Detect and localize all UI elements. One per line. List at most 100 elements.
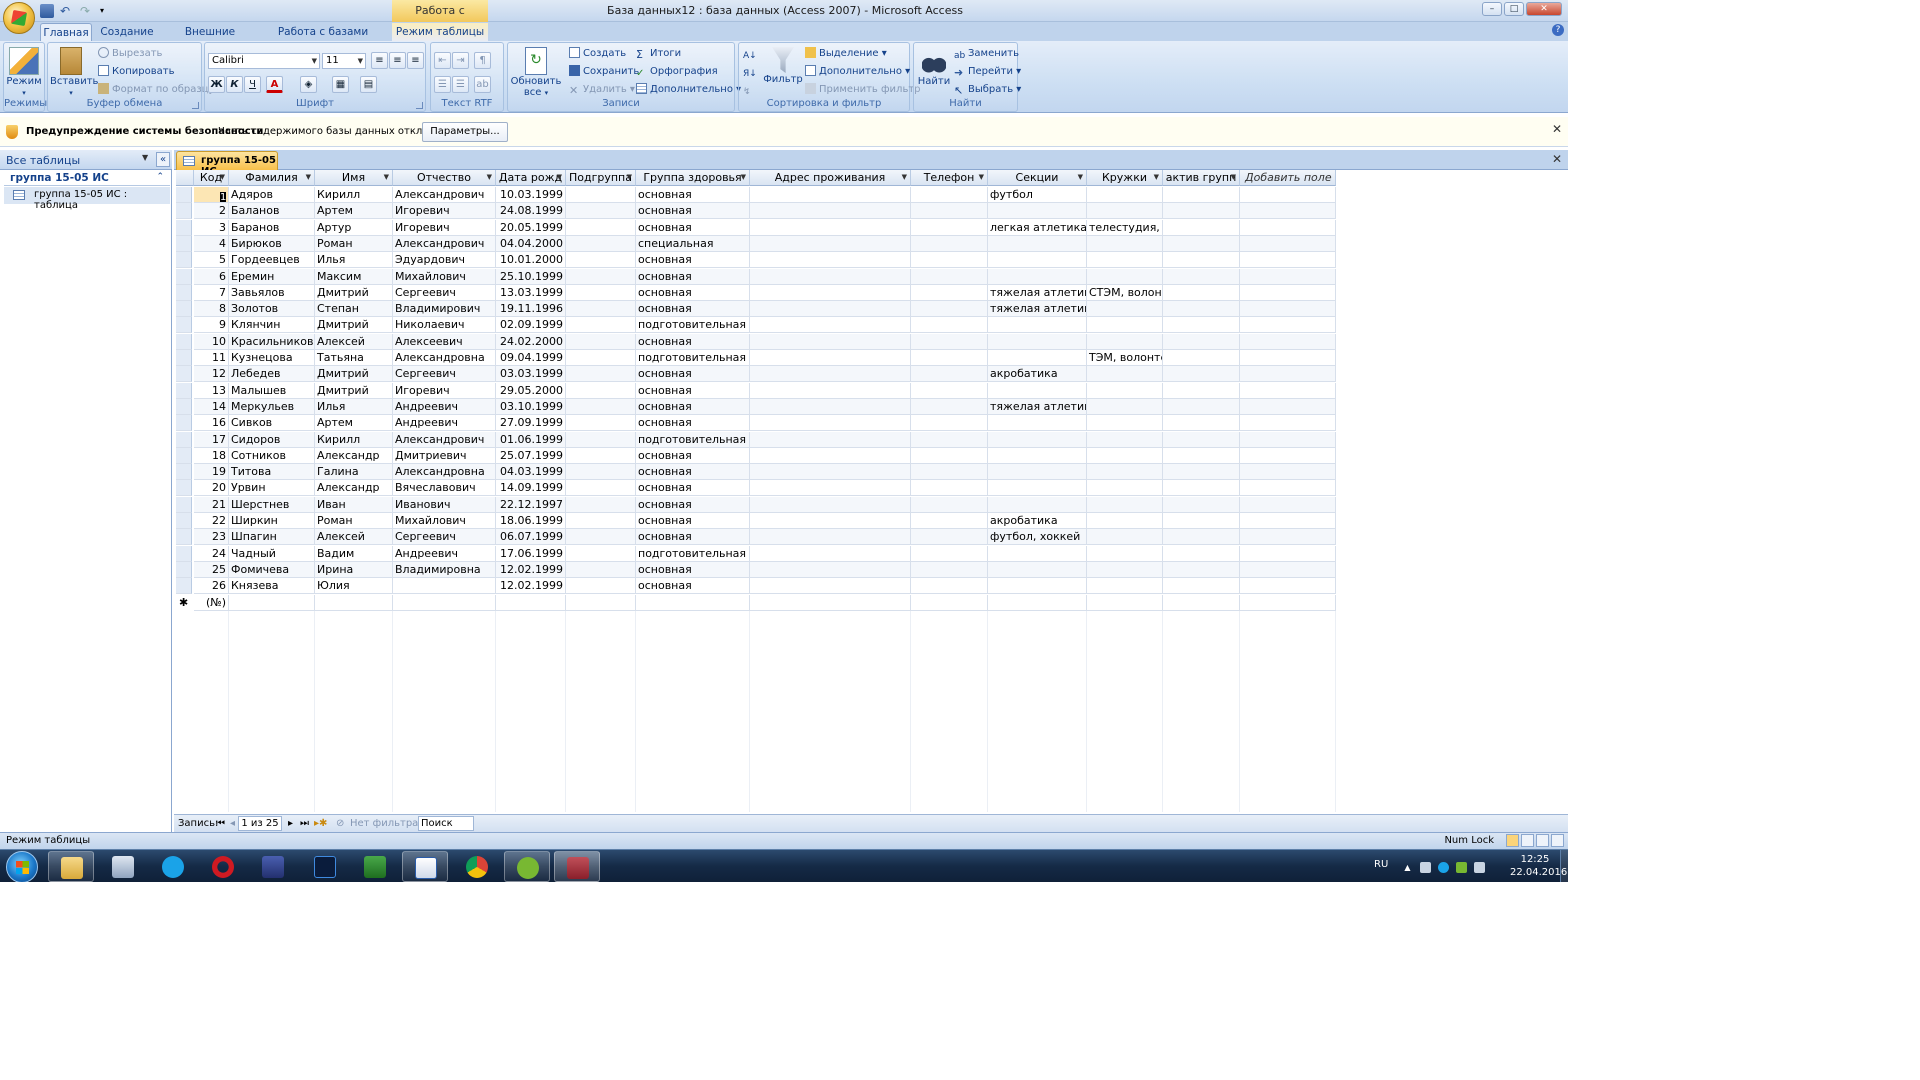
cell-health-group[interactable]: основная [636, 252, 750, 269]
cell-phone[interactable] [911, 561, 988, 578]
column-filter-icon[interactable]: ▼ [384, 170, 389, 185]
show-desktop-button[interactable] [1560, 850, 1568, 882]
cell-patronymic[interactable]: Александровна [393, 350, 496, 366]
taskbar-photoshop[interactable] [302, 851, 348, 882]
previous-record-icon[interactable]: ◂ [230, 816, 235, 832]
cell-surname[interactable]: Титова [229, 464, 315, 481]
start-button[interactable] [6, 851, 38, 882]
cell-patronymic[interactable]: Эдуардович [393, 252, 496, 269]
cell-sections[interactable]: легкая атлетика [988, 219, 1087, 236]
cell-sections[interactable]: тяжелая атлетика [988, 398, 1087, 415]
cell-sections[interactable]: футбол, хоккей [988, 529, 1087, 546]
tab-create[interactable]: Создание [98, 23, 156, 41]
cell-sections[interactable] [988, 333, 1087, 350]
cell-sections[interactable] [988, 496, 1087, 513]
cell-birthdate[interactable]: 25.10.1999 [496, 268, 566, 285]
cell-subgroup[interactable] [566, 333, 636, 350]
volume-icon[interactable] [1420, 862, 1431, 873]
cell-code[interactable]: 21 [194, 496, 229, 513]
cell-address[interactable] [750, 496, 911, 513]
cell-birthdate[interactable]: 04.04.2000 [496, 235, 566, 252]
cell-birthdate[interactable]: 10.03.1999 [496, 187, 566, 203]
cell-address[interactable] [750, 513, 911, 529]
taskbar-opera[interactable] [200, 851, 246, 882]
cell-phone[interactable] [911, 203, 988, 220]
cell-phone[interactable] [911, 513, 988, 529]
clock[interactable]: 12:25 22.04.2016 [1510, 853, 1567, 879]
cell-sections[interactable] [988, 545, 1087, 562]
record-selector[interactable] [176, 187, 192, 203]
cell-activity[interactable] [1163, 301, 1240, 318]
cell-subgroup[interactable] [566, 480, 636, 497]
nav-item-table[interactable]: группа 15-05 ИС : таблица [4, 187, 170, 211]
nav-header[interactable]: Все таблицы ▼ « [0, 150, 172, 170]
column-header-patronymic[interactable]: Отчество ▼ [393, 170, 496, 186]
cell-patronymic[interactable]: Андреевич [393, 545, 496, 562]
cell-code[interactable]: 26 [194, 578, 229, 595]
record-selector[interactable] [176, 268, 192, 285]
cell-name[interactable]: Татьяна [315, 350, 393, 366]
cell-subgroup[interactable] [566, 578, 636, 595]
table-row[interactable]: 9 Клянчин Дмитрий Николаевич 02.09.1999 подго… [174, 317, 1568, 334]
font-color-button[interactable]: A [266, 76, 283, 93]
cell-address[interactable] [750, 219, 911, 236]
cell-surname[interactable]: Ширкин [229, 513, 315, 529]
cell-health-group[interactable]: основная [636, 447, 750, 464]
cell-code[interactable]: 22 [194, 513, 229, 529]
cell-patronymic[interactable]: Вячеславович [393, 480, 496, 497]
cell-surname[interactable]: Еремин [229, 268, 315, 285]
cell-birthdate[interactable]: 18.06.1999 [496, 513, 566, 529]
table-row[interactable]: 23 Шпагин Алексей Сергеевич 06.07.1999 основн… [174, 529, 1568, 546]
cell-address[interactable] [750, 187, 911, 203]
cell-surname[interactable]: Баранов [229, 219, 315, 236]
cell-sections[interactable] [988, 464, 1087, 481]
cell-address[interactable] [750, 464, 911, 481]
italic-button[interactable]: К [226, 76, 243, 93]
replace-button[interactable]: ab Заменить [954, 46, 1019, 62]
cell-code[interactable]: 11 [194, 350, 229, 366]
cell-sections[interactable] [988, 447, 1087, 464]
cell-phone[interactable] [911, 382, 988, 399]
cell-name[interactable]: Кирилл [315, 431, 393, 448]
cell-subgroup[interactable] [566, 268, 636, 285]
table-row[interactable]: 1 Адяров Кирилл Александрович 10.03.1999 осно… [174, 187, 1568, 203]
next-record-icon[interactable]: ▸ [288, 816, 293, 832]
cell-patronymic[interactable]: Александровна [393, 464, 496, 481]
fill-color-button[interactable]: ◈ [300, 76, 317, 93]
cell-code[interactable]: 19 [194, 464, 229, 481]
cell-add-field[interactable] [1240, 529, 1336, 546]
cell-subgroup[interactable] [566, 545, 636, 562]
cell-activity[interactable] [1163, 529, 1240, 546]
cell-subgroup[interactable] [566, 187, 636, 203]
cell-name[interactable]: Александр [315, 480, 393, 497]
cell-clubs[interactable] [1087, 529, 1163, 546]
cell-clubs[interactable] [1087, 187, 1163, 203]
cell-health-group[interactable]: основная [636, 561, 750, 578]
cell-subgroup[interactable] [566, 317, 636, 334]
cell-subgroup[interactable] [566, 529, 636, 546]
pivot-table-view-icon[interactable] [1521, 834, 1534, 847]
new-record-button[interactable]: Создать [569, 46, 626, 62]
cell-address[interactable] [750, 252, 911, 269]
cell-health-group[interactable]: основная [636, 529, 750, 546]
taskbar-utorrent[interactable] [504, 851, 550, 882]
cell-subgroup[interactable] [566, 235, 636, 252]
cell-address[interactable] [750, 480, 911, 497]
numbering-button[interactable]: ☰ [434, 76, 451, 93]
cell-activity[interactable] [1163, 480, 1240, 497]
font-size-combo[interactable]: 11 ▼ [322, 53, 366, 69]
cell-subgroup[interactable] [566, 415, 636, 432]
cell-patronymic[interactable]: Дмитриевич [393, 447, 496, 464]
cell-phone[interactable] [911, 398, 988, 415]
new-record-nav-icon[interactable]: ▸✱ [314, 816, 327, 832]
last-record-icon[interactable]: ⏭ [300, 816, 309, 832]
show-hidden-icons-icon[interactable]: ▲ [1402, 862, 1413, 873]
cell-subgroup[interactable] [566, 561, 636, 578]
column-filter-icon[interactable]: ▼ [1078, 170, 1083, 185]
record-selector[interactable] [176, 219, 192, 236]
record-selector[interactable] [176, 447, 192, 464]
cell-activity[interactable] [1163, 496, 1240, 513]
cell-code[interactable]: 18 [194, 447, 229, 464]
cell-clubs[interactable] [1087, 431, 1163, 448]
cell-birthdate[interactable]: 29.05.2000 [496, 382, 566, 399]
